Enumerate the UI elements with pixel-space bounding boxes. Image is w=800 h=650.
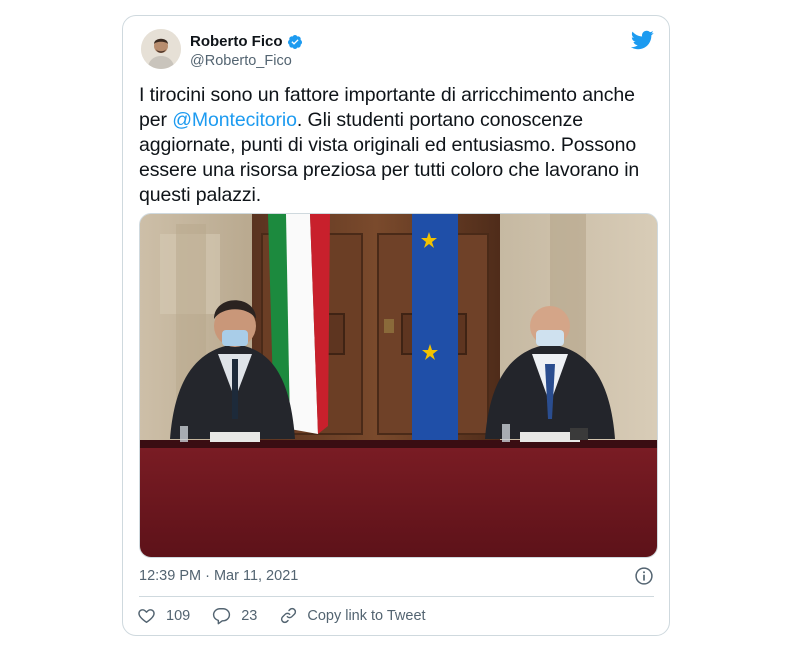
- like-button[interactable]: 109: [137, 606, 190, 625]
- author-name[interactable]: Roberto Fico: [190, 33, 283, 51]
- copy-link-label: Copy link to Tweet: [307, 607, 426, 624]
- author-block[interactable]: Roberto Fico @Roberto_Fico: [190, 33, 303, 70]
- reply-button[interactable]: 23: [212, 606, 257, 625]
- reply-icon: [213, 608, 231, 625]
- twitter-logo-icon[interactable]: [630, 28, 654, 52]
- verified-badge-icon: [287, 34, 303, 50]
- display-name[interactable]: Roberto Fico: [190, 33, 303, 51]
- tweet-photo[interactable]: [139, 213, 658, 558]
- tweet-card: Roberto Fico @Roberto_Fico I tirocini so…: [122, 15, 670, 636]
- info-icon[interactable]: [634, 566, 654, 586]
- heart-icon: [138, 609, 155, 623]
- mention-link[interactable]: @Montecitorio: [172, 109, 297, 131]
- divider: [139, 596, 654, 597]
- like-count: 109: [166, 607, 191, 624]
- reply-count: 23: [241, 607, 258, 624]
- tweet-text: I tirocini sono un fattore importante di…: [139, 83, 659, 208]
- author-handle[interactable]: @Roberto_Fico: [190, 52, 303, 70]
- copy-link-button[interactable]: Copy link to Tweet: [279, 606, 426, 625]
- link-icon: [281, 607, 297, 624]
- tweet-timestamp[interactable]: 12:39 PM · Mar 11, 2021: [139, 568, 298, 584]
- avatar[interactable]: [141, 29, 181, 69]
- action-bar: 109 23 Copy link to Tweet: [137, 606, 448, 625]
